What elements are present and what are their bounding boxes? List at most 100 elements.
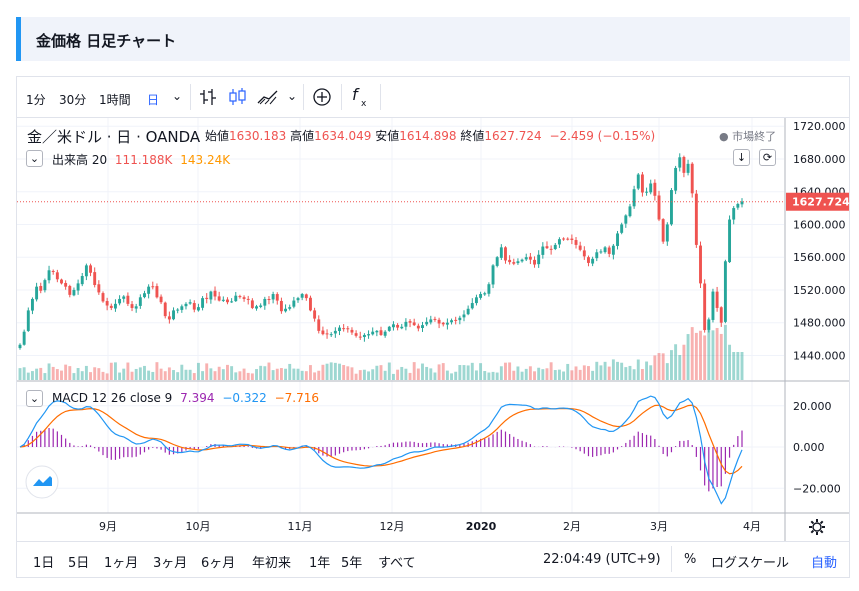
time-tick-label: 2月 [563, 520, 581, 533]
candle-body [321, 330, 325, 335]
macd-signal-value: −7.716 [274, 391, 319, 405]
volume-bar [396, 369, 400, 380]
volume-bar [26, 372, 30, 380]
volume-bar [68, 366, 72, 380]
volume-bar [113, 362, 117, 380]
price-tick-label: 1520.000 [793, 284, 846, 297]
candle-body [163, 302, 167, 317]
auto-scale-toggle[interactable]: 自動 [811, 552, 837, 571]
candle-body [35, 286, 39, 300]
candle-body [645, 191, 649, 193]
volume-bar [433, 372, 437, 380]
candle-body [391, 324, 395, 328]
candle-body [408, 321, 412, 323]
candle-body [275, 294, 279, 301]
volume-bar [441, 363, 445, 380]
candle-body [512, 262, 516, 264]
range-1d-button[interactable]: 1日 [33, 552, 54, 571]
candle-body [674, 167, 678, 191]
volume-bar [155, 362, 159, 380]
candle-body [209, 291, 213, 300]
volume-bar [209, 368, 213, 380]
volume-bar [528, 366, 532, 380]
candle-body [416, 325, 420, 329]
volume-bar [109, 362, 113, 380]
volume-bar [84, 365, 88, 380]
volume-bar [271, 370, 275, 380]
volume-bar [167, 367, 171, 380]
volume-bar [196, 362, 200, 380]
volume-bar [342, 365, 346, 380]
volume-bar [566, 363, 570, 380]
candle-body [620, 224, 624, 233]
candle-body [441, 322, 445, 325]
candle-body [383, 331, 387, 336]
volume-bar [454, 371, 458, 380]
volume-bar [346, 366, 350, 380]
clock-time[interactable]: 22:04:49 (UTC+9) [543, 552, 661, 567]
candle-body [736, 203, 740, 208]
range-1m-button[interactable]: 1ヶ月 [104, 552, 138, 571]
candle-body [271, 294, 275, 300]
volume-bar [636, 359, 640, 380]
log-scale-toggle[interactable]: ログスケール [711, 552, 789, 571]
volume-bar [462, 365, 466, 380]
scroll-down-icon[interactable]: ↓ [733, 149, 750, 166]
range-3m-button[interactable]: 3ヶ月 [153, 552, 187, 571]
candle-body [201, 298, 205, 308]
price-chart[interactable]: 1720.0001680.0001640.0001600.0001560.000… [0, 0, 859, 591]
candle-body [221, 299, 225, 301]
range-1y-button[interactable]: 1年 [309, 552, 330, 571]
candle-body [113, 303, 117, 309]
price-tick-label: 1680.000 [793, 153, 846, 166]
volume-bar [645, 361, 649, 380]
macd-tick-label: −20.000 [793, 482, 841, 495]
candle-body [238, 296, 242, 298]
volume-bar [296, 368, 300, 380]
candle-body [400, 326, 404, 329]
candle-body [134, 306, 138, 309]
candle-body [616, 233, 619, 246]
volume-value-1: 111.188K [114, 153, 173, 167]
volume-bar [300, 370, 304, 380]
range-ytd-button[interactable]: 年初来 [252, 552, 291, 571]
range-all-button[interactable]: すべて [378, 552, 416, 571]
candle-body [375, 330, 379, 333]
candle-body [570, 238, 574, 240]
collapse-icon[interactable]: ⌄ [26, 390, 43, 407]
volume-bar [192, 373, 196, 380]
volume-bar [524, 368, 528, 380]
candle-body [607, 247, 611, 254]
volume-bar [541, 369, 545, 380]
percent-toggle[interactable]: % [684, 552, 696, 567]
volume-bar [723, 324, 727, 380]
volume-bar [649, 365, 653, 380]
tradingview-logo-icon[interactable] [25, 465, 59, 499]
market-status: ● 市場終了 [719, 130, 777, 143]
refresh-icon[interactable]: ⟳ [759, 149, 776, 166]
volume-label: 出来高 20 [52, 153, 108, 167]
range-5y-button[interactable]: 5年 [341, 552, 362, 571]
candle-body [699, 245, 702, 284]
settings-gear-icon[interactable] [807, 517, 827, 537]
volume-bar [60, 370, 63, 380]
range-6m-button[interactable]: 6ヶ月 [201, 552, 235, 571]
volume-bar [242, 368, 246, 380]
candle-body [122, 296, 126, 299]
candle-body [611, 245, 615, 255]
candle-body [653, 182, 657, 196]
volume-bar [445, 370, 449, 380]
candle-body [404, 321, 408, 327]
candle-body [425, 321, 429, 325]
range-5d-button[interactable]: 5日 [68, 552, 89, 571]
candle-body [292, 300, 296, 307]
candle-body [433, 318, 437, 320]
collapse-icon[interactable]: ⌄ [26, 150, 43, 167]
volume-bar [587, 366, 590, 380]
volume-bar [562, 371, 566, 380]
volume-bar [466, 365, 470, 380]
candle-body [105, 301, 109, 306]
volume-bar [159, 368, 163, 380]
volume-bar [674, 344, 678, 380]
volume-bar [188, 369, 192, 380]
